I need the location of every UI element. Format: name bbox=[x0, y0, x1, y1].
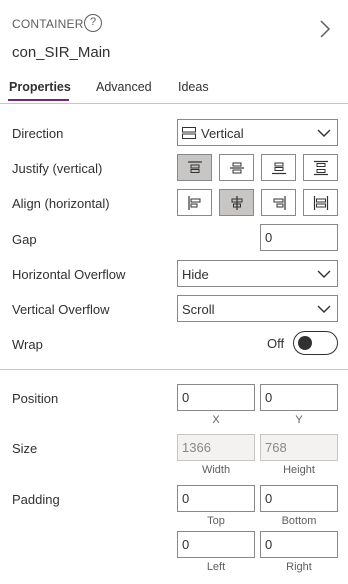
section-divider bbox=[0, 369, 348, 370]
chevron-down-icon bbox=[317, 270, 331, 278]
horizontal-overflow-value: Hide bbox=[182, 267, 209, 282]
justify-top-button[interactable] bbox=[177, 154, 212, 181]
tabs-divider bbox=[0, 103, 348, 104]
tab-advanced[interactable]: Advanced bbox=[96, 80, 152, 94]
tab-properties[interactable]: Properties bbox=[9, 80, 71, 94]
padding-left-caption: Left bbox=[206, 561, 226, 573]
align-center-icon bbox=[231, 196, 243, 210]
size-label: Size bbox=[12, 441, 38, 456]
chevron-down-icon bbox=[317, 129, 331, 137]
align-left-icon bbox=[188, 196, 201, 210]
position-x-input[interactable]: 0 bbox=[177, 384, 255, 411]
wrap-label: Wrap bbox=[12, 337, 43, 352]
align-right-button[interactable] bbox=[261, 189, 296, 216]
wrap-toggle[interactable] bbox=[293, 331, 338, 355]
tab-ideas[interactable]: Ideas bbox=[178, 80, 209, 94]
horizontal-overflow-dropdown[interactable]: Hide bbox=[177, 260, 338, 287]
help-icon[interactable]: ? bbox=[84, 14, 102, 32]
vertical-overflow-dropdown[interactable]: Scroll bbox=[177, 295, 338, 322]
align-stretch-button[interactable] bbox=[303, 189, 338, 216]
padding-right-caption: Right bbox=[286, 561, 312, 573]
gap-label: Gap bbox=[12, 232, 37, 247]
control-name[interactable]: con_SIR_Main bbox=[12, 44, 110, 61]
justify-space-between-button[interactable] bbox=[303, 154, 338, 181]
position-label: Position bbox=[12, 391, 59, 406]
control-type-label: CONTAINER bbox=[12, 17, 84, 31]
position-y-input[interactable]: 0 bbox=[260, 384, 338, 411]
align-center-button[interactable] bbox=[219, 189, 254, 216]
chevron-right-icon[interactable] bbox=[316, 18, 334, 40]
direction-label: Direction bbox=[12, 126, 64, 141]
vertical-overflow-value: Scroll bbox=[182, 302, 215, 317]
align-label: Align (horizontal) bbox=[12, 196, 110, 211]
justify-center-button[interactable] bbox=[219, 154, 254, 181]
padding-right-input[interactable]: 0 bbox=[260, 531, 338, 558]
justify-top-icon bbox=[188, 161, 202, 173]
gap-input[interactable]: 0 bbox=[260, 224, 338, 251]
padding-label: Padding bbox=[12, 492, 60, 507]
active-tab-indicator bbox=[8, 99, 69, 101]
justify-bottom-icon bbox=[272, 162, 286, 175]
justify-bottom-button[interactable] bbox=[261, 154, 296, 181]
padding-top-caption: Top bbox=[207, 515, 225, 527]
padding-top-input[interactable]: 0 bbox=[177, 485, 255, 512]
chevron-down-icon bbox=[317, 305, 331, 313]
padding-bottom-input[interactable]: 0 bbox=[260, 485, 338, 512]
size-width-input[interactable]: 1366 bbox=[177, 434, 255, 461]
justify-label: Justify (vertical) bbox=[12, 161, 103, 176]
direction-dropdown[interactable]: Vertical bbox=[177, 119, 338, 146]
wrap-state-text: Off bbox=[267, 336, 285, 351]
align-left-button[interactable] bbox=[177, 189, 212, 216]
size-height-input[interactable]: 768 bbox=[260, 434, 338, 461]
padding-bottom-caption: Bottom bbox=[281, 515, 317, 527]
align-stretch-icon bbox=[313, 196, 329, 210]
vertical-direction-icon bbox=[182, 127, 196, 139]
position-x-caption: X bbox=[212, 414, 220, 426]
size-width-caption: Width bbox=[201, 464, 231, 476]
align-right-icon bbox=[273, 196, 286, 210]
horizontal-overflow-label: Horizontal Overflow bbox=[12, 267, 126, 282]
size-height-caption: Height bbox=[283, 464, 315, 476]
padding-left-input[interactable]: 0 bbox=[177, 531, 255, 558]
position-y-caption: Y bbox=[295, 414, 303, 426]
justify-center-icon bbox=[230, 162, 244, 174]
justify-space-between-icon bbox=[314, 160, 328, 176]
vertical-overflow-label: Vertical Overflow bbox=[12, 302, 110, 317]
direction-value: Vertical bbox=[201, 126, 244, 141]
toggle-knob bbox=[298, 336, 312, 350]
